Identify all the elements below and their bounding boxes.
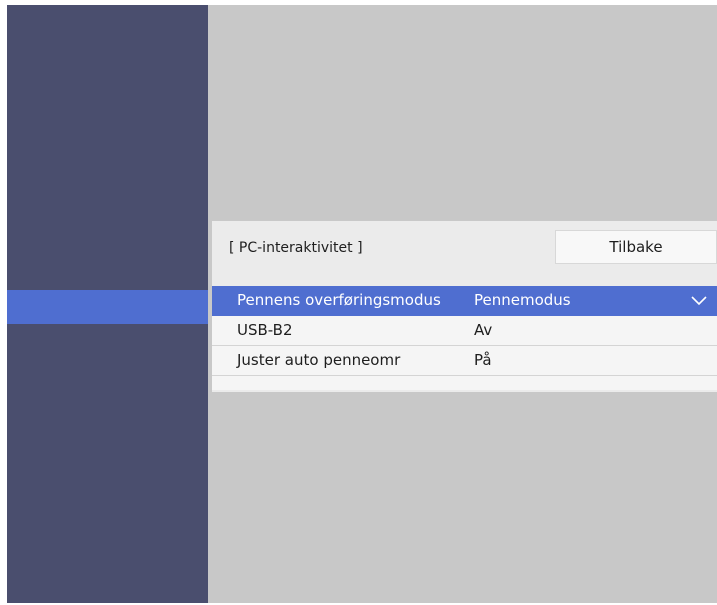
settings-panel: [ PC-interaktivitet ] Tilbake Pennens ov… — [212, 221, 717, 392]
setting-value: På — [474, 351, 492, 369]
settings-list: Pennens overføringsmodus Pennemodus USB-… — [212, 286, 717, 390]
setting-label: USB-B2 — [237, 321, 293, 339]
setting-row-auto-pen-area[interactable]: Juster auto penneomr På — [212, 346, 717, 376]
sidebar-selected-item[interactable] — [7, 290, 208, 324]
panel-title: [ PC-interaktivitet ] — [229, 240, 363, 256]
chevron-down-icon[interactable] — [691, 293, 707, 307]
setting-value: Pennemodus — [474, 291, 571, 309]
back-button[interactable]: Tilbake — [555, 230, 717, 264]
list-footer — [212, 376, 717, 390]
setting-label: Pennens overføringsmodus — [237, 291, 441, 309]
sidebar — [7, 5, 208, 603]
setting-row-pen-transfer-mode[interactable]: Pennens overføringsmodus Pennemodus — [212, 286, 717, 316]
setting-value: Av — [474, 321, 493, 339]
setting-label: Juster auto penneomr — [237, 351, 401, 369]
setting-row-usb-b2[interactable]: USB-B2 Av — [212, 316, 717, 346]
projector-screen: [ PC-interaktivitet ] Tilbake Pennens ov… — [7, 5, 717, 603]
